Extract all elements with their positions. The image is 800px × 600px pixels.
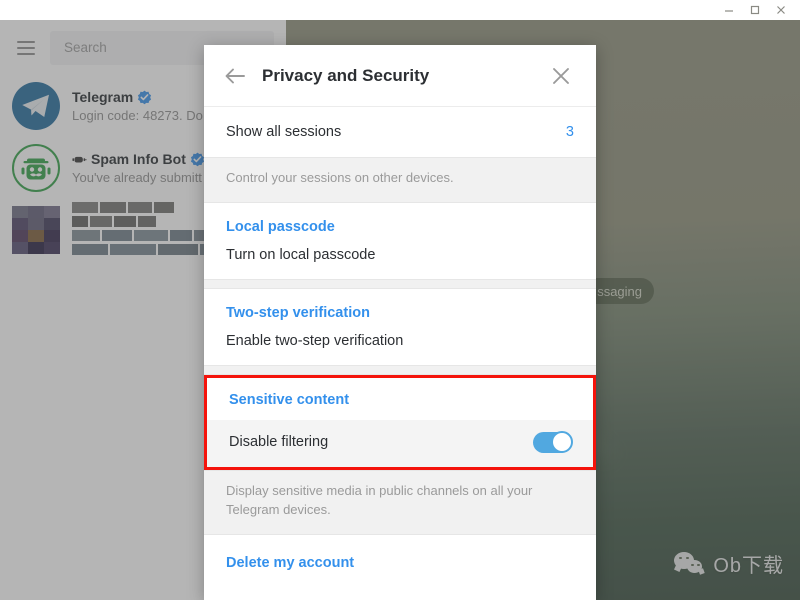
- sensitive-content-heading: Sensitive content: [207, 377, 593, 420]
- window-titlebar: [0, 0, 800, 20]
- telegram-desktop-window: ssaging Ob下载 Search Telegram Login code:…: [0, 0, 800, 600]
- close-icon[interactable]: [544, 59, 578, 93]
- section-divider: [204, 364, 596, 375]
- disable-filtering-toggle[interactable]: [533, 430, 573, 453]
- close-button[interactable]: [768, 1, 794, 19]
- sessions-count: 3: [565, 124, 574, 140]
- back-arrow-icon[interactable]: [218, 59, 252, 93]
- two-step-verification-heading: Two-step verification: [204, 288, 596, 327]
- sessions-note: Control your sessions on other devices.: [204, 157, 596, 203]
- enable-two-step-verification-item[interactable]: Enable two-step verification: [204, 326, 596, 365]
- dialog-header: Privacy and Security: [204, 45, 596, 107]
- page-title: Privacy and Security: [262, 65, 430, 85]
- privacy-and-security-dialog: Privacy and Security Show all sessions 3…: [204, 45, 596, 600]
- disable-filtering-row[interactable]: Disable filtering: [207, 419, 593, 467]
- dialog-body: Show all sessions 3 Control your session…: [204, 107, 596, 600]
- disable-filtering-label: Disable filtering: [229, 434, 329, 451]
- maximize-button[interactable]: [742, 1, 768, 19]
- show-all-sessions-row[interactable]: Show all sessions 3: [204, 107, 596, 157]
- local-passcode-heading: Local passcode: [204, 202, 596, 241]
- section-divider: [204, 278, 596, 289]
- sensitive-content-note: Display sensitive media in public channe…: [204, 469, 596, 535]
- show-all-sessions-label: Show all sessions: [226, 124, 342, 140]
- delete-my-account-item[interactable]: Delete my account: [204, 534, 596, 579]
- minimize-button[interactable]: [716, 1, 742, 19]
- turn-on-local-passcode-item[interactable]: Turn on local passcode: [204, 240, 596, 279]
- sensitive-content-highlight: Sensitive content Disable filtering: [204, 374, 596, 470]
